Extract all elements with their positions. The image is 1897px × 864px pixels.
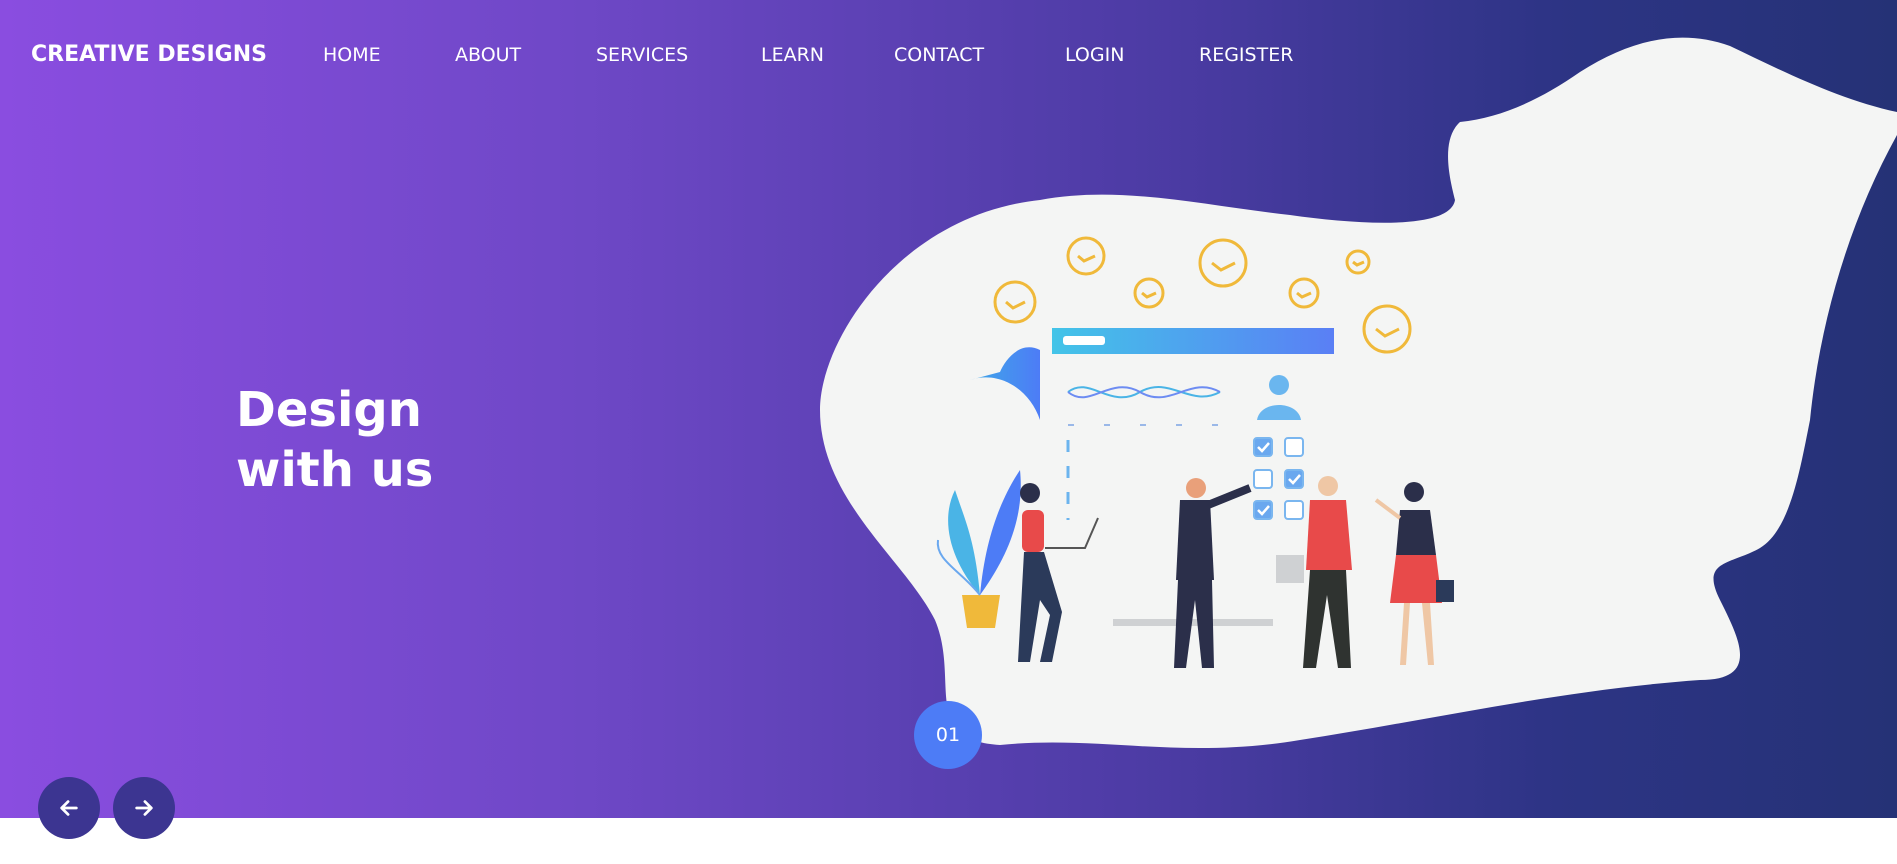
- slide-number-badge[interactable]: 01: [914, 701, 982, 769]
- hero-headline: Design with us: [236, 380, 433, 500]
- hero-headline-line-2: with us: [236, 442, 434, 498]
- arrow-left-icon: [60, 800, 78, 816]
- hero-section: CREATIVE DESIGNS HOME ABOUT SERVICES LEA…: [0, 0, 1897, 818]
- nav-item-home[interactable]: HOME: [323, 44, 381, 66]
- nav-item-about[interactable]: ABOUT: [455, 44, 521, 66]
- previous-slide-button[interactable]: [38, 777, 100, 839]
- nav-item-contact[interactable]: CONTACT: [894, 44, 984, 66]
- nav-item-register[interactable]: REGISTER: [1199, 44, 1293, 66]
- next-slide-button[interactable]: [113, 777, 175, 839]
- top-navigation: CREATIVE DESIGNS HOME ABOUT SERVICES LEA…: [0, 38, 1400, 74]
- brand-logo[interactable]: CREATIVE DESIGNS: [31, 42, 267, 67]
- nav-item-learn[interactable]: LEARN: [761, 44, 824, 66]
- nav-item-login[interactable]: LOGIN: [1065, 44, 1124, 66]
- arrow-right-icon: [135, 800, 153, 816]
- hero-headline-line-1: Design: [236, 382, 422, 438]
- nav-item-services[interactable]: SERVICES: [596, 44, 688, 66]
